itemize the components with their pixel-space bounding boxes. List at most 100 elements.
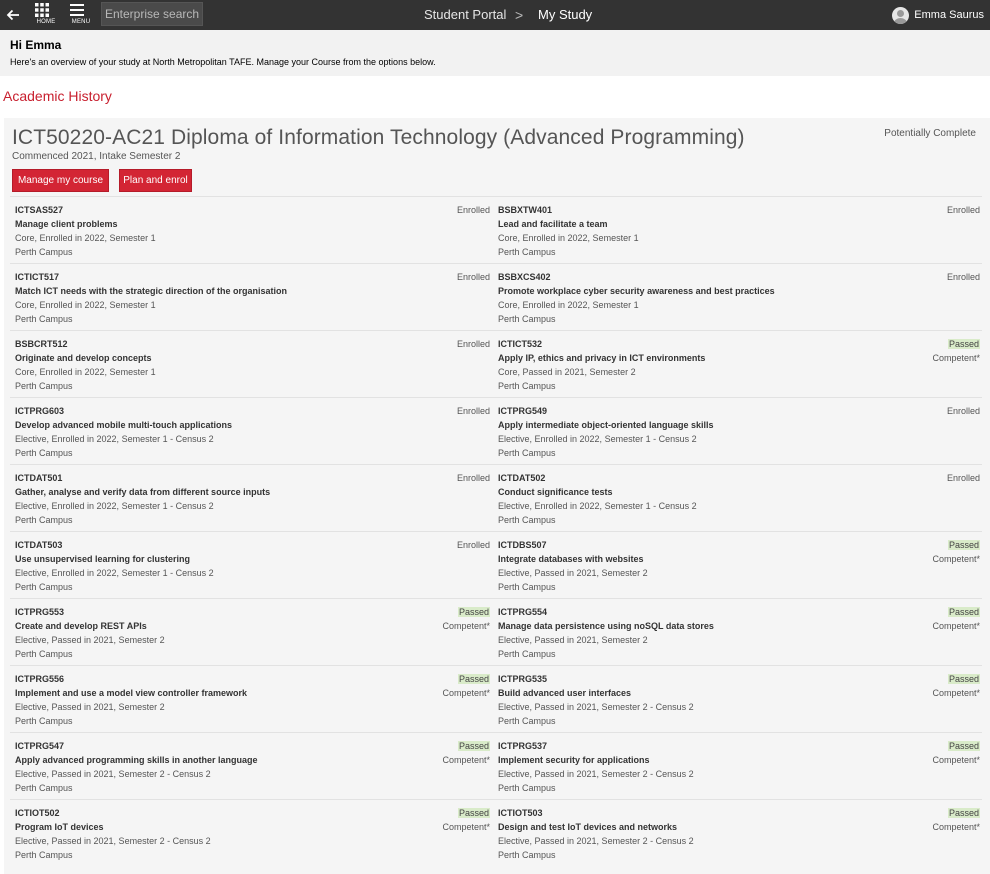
unit-code: ICTIOT502: [15, 808, 60, 818]
search-input[interactable]: [101, 2, 203, 26]
unit-campus: Perth Campus: [498, 314, 556, 324]
unit-row: ICTPRG547 Apply advanced programming skil…: [10, 732, 982, 799]
menu-label: MENU: [71, 19, 91, 25]
back-button[interactable]: [4, 5, 22, 25]
unit-status-badge: Passed: [947, 674, 980, 684]
unit-item[interactable]: ICTSAS527 Manage client problems Core, Enr…: [10, 197, 492, 264]
unit-name: Apply intermediate object-oriented langu…: [498, 420, 714, 430]
unit-item[interactable]: ICTIOT502 Program IoT devices Elective, Pa…: [10, 800, 492, 867]
unit-code: ICTDAT503: [15, 540, 63, 550]
unit-item[interactable]: BSBXTW401 Lead and facilitate a team Core,…: [493, 197, 982, 264]
unit-item[interactable]: ICTDAT503 Use unsupervised learning for c…: [10, 532, 492, 599]
manage-course-button[interactable]: Manage my course: [12, 169, 109, 192]
unit-campus: Perth Campus: [498, 783, 556, 793]
unit-details: Elective, Enrolled in 2022, Semester 1 -…: [15, 501, 214, 511]
unit-status-badge: Enrolled: [946, 406, 980, 416]
unit-campus: Perth Campus: [498, 515, 556, 525]
grid-icon: [35, 3, 49, 17]
unit-details: Elective, Passed in 2021, Semester 2 - C…: [498, 702, 694, 712]
unit-code: ICTDAT502: [498, 473, 546, 483]
course-commenced: Commenced 2021, Intake Semester 2: [12, 151, 181, 162]
unit-item[interactable]: ICTIOT503 Design and test IoT devices and…: [493, 800, 982, 867]
unit-details: Elective, Passed in 2021, Semester 2: [498, 635, 648, 645]
home-button[interactable]: HOME: [34, 2, 58, 28]
unit-campus: Perth Campus: [498, 850, 556, 860]
unit-name: Promote workplace cyber security awarene…: [498, 286, 775, 296]
unit-result: Competent*: [932, 554, 980, 564]
unit-item[interactable]: ICTPRG554 Manage data persistence using n…: [493, 599, 982, 666]
unit-result: Competent*: [442, 822, 490, 832]
unit-status-badge: Passed: [947, 607, 980, 617]
unit-campus: Perth Campus: [15, 515, 73, 525]
unit-row: ICTPRG556 Implement and use a model view …: [10, 665, 982, 732]
unit-item[interactable]: ICTPRG535 Build advanced user interfaces E…: [493, 666, 982, 733]
user-menu[interactable]: Emma Saurus: [892, 4, 984, 26]
unit-name: Program IoT devices: [15, 822, 104, 832]
unit-status-badge: Passed: [947, 339, 980, 349]
unit-status-badge: Passed: [947, 540, 980, 550]
unit-code: BSBXTW401: [498, 205, 553, 215]
unit-name: Conduct significance tests: [498, 487, 613, 497]
unit-name: Implement and use a model view controlle…: [15, 688, 248, 698]
unit-item[interactable]: ICTPRG553 Create and develop REST APIs Ele…: [10, 599, 492, 666]
hamburger-icon: [70, 4, 84, 16]
unit-campus: Perth Campus: [498, 649, 556, 659]
course-status: Potentially Complete: [884, 128, 976, 139]
unit-status-badge: Enrolled: [456, 540, 490, 550]
welcome-banner: Hi Emma Here's an overview of your study…: [0, 30, 990, 76]
unit-status-badge: Passed: [947, 741, 980, 751]
unit-status-badge: Enrolled: [456, 339, 490, 349]
unit-name: Use unsupervised learning for clustering: [15, 554, 191, 564]
unit-status-badge: Passed: [457, 808, 490, 818]
unit-item[interactable]: ICTPRG537 Implement security for applicat…: [493, 733, 982, 800]
unit-item[interactable]: ICTICT532 Apply IP, ethics and privacy in…: [493, 331, 982, 398]
unit-campus: Perth Campus: [15, 582, 73, 592]
unit-details: Core, Enrolled in 2022, Semester 1: [498, 233, 639, 243]
unit-details: Core, Enrolled in 2022, Semester 1: [15, 233, 156, 243]
unit-campus: Perth Campus: [15, 716, 73, 726]
greeting: Hi Emma: [10, 38, 62, 52]
unit-code: ICTDBS507: [498, 540, 547, 550]
unit-status-badge: Passed: [947, 808, 980, 818]
top-navigation-bar: HOME MENU Student Portal > My Study Emma…: [0, 0, 990, 30]
unit-item[interactable]: BSBCRT512 Originate and develop concepts C…: [10, 331, 492, 398]
unit-name: Match ICT needs with the strategic direc…: [15, 286, 288, 296]
unit-campus: Perth Campus: [15, 649, 73, 659]
unit-details: Elective, Passed in 2021, Semester 2 - C…: [15, 769, 211, 779]
course-card: ICT50220-AC21 Diploma of Information Tec…: [4, 118, 990, 874]
unit-result: Competent*: [442, 688, 490, 698]
breadcrumb-student-portal[interactable]: Student Portal: [424, 0, 506, 30]
unit-campus: Perth Campus: [15, 381, 73, 391]
unit-result: Competent*: [442, 621, 490, 631]
unit-code: ICTPRG554: [498, 607, 548, 617]
unit-item[interactable]: ICTDBS507 Integrate databases with websit…: [493, 532, 982, 599]
unit-item[interactable]: ICTDAT501 Gather, analyse and verify data…: [10, 465, 492, 532]
unit-item[interactable]: ICTPRG556 Implement and use a model view …: [10, 666, 492, 733]
unit-code: ICTIOT503: [498, 808, 543, 818]
unit-item[interactable]: ICTPRG547 Apply advanced programming skil…: [10, 733, 492, 800]
unit-result: Competent*: [932, 755, 980, 765]
unit-details: Elective, Enrolled in 2022, Semester 1 -…: [15, 434, 214, 444]
unit-row: ICTPRG603 Develop advanced mobile multi-t…: [10, 397, 982, 464]
unit-code: ICTSAS527: [15, 205, 64, 215]
section-title-academic-history: Academic History: [3, 88, 112, 104]
unit-code: ICTPRG535: [498, 674, 548, 684]
unit-code: ICTPRG553: [15, 607, 65, 617]
unit-details: Elective, Enrolled in 2022, Semester 1 -…: [498, 501, 697, 511]
unit-status-badge: Passed: [457, 674, 490, 684]
unit-item[interactable]: ICTDAT502 Conduct significance tests Elect…: [493, 465, 982, 532]
unit-item[interactable]: ICTPRG549 Apply intermediate object-orien…: [493, 398, 982, 465]
plan-and-enrol-button[interactable]: Plan and enrol: [119, 169, 192, 192]
unit-item[interactable]: ICTPRG603 Develop advanced mobile multi-t…: [10, 398, 492, 465]
unit-details: Elective, Passed in 2021, Semester 2: [498, 568, 648, 578]
unit-campus: Perth Campus: [15, 850, 73, 860]
unit-item[interactable]: ICTICT517 Match ICT needs with the strate…: [10, 264, 492, 331]
unit-item[interactable]: BSBXCS402 Promote workplace cyber securit…: [493, 264, 982, 331]
unit-status-badge: Enrolled: [946, 473, 980, 483]
unit-name: Develop advanced mobile multi-touch appl…: [15, 420, 233, 430]
menu-button[interactable]: MENU: [69, 2, 93, 28]
unit-code: ICTPRG549: [498, 406, 548, 416]
unit-row: ICTSAS527 Manage client problems Core, Enr…: [10, 196, 982, 263]
unit-details: Elective, Passed in 2021, Semester 2 - C…: [498, 769, 694, 779]
unit-name: Lead and facilitate a team: [498, 219, 608, 229]
